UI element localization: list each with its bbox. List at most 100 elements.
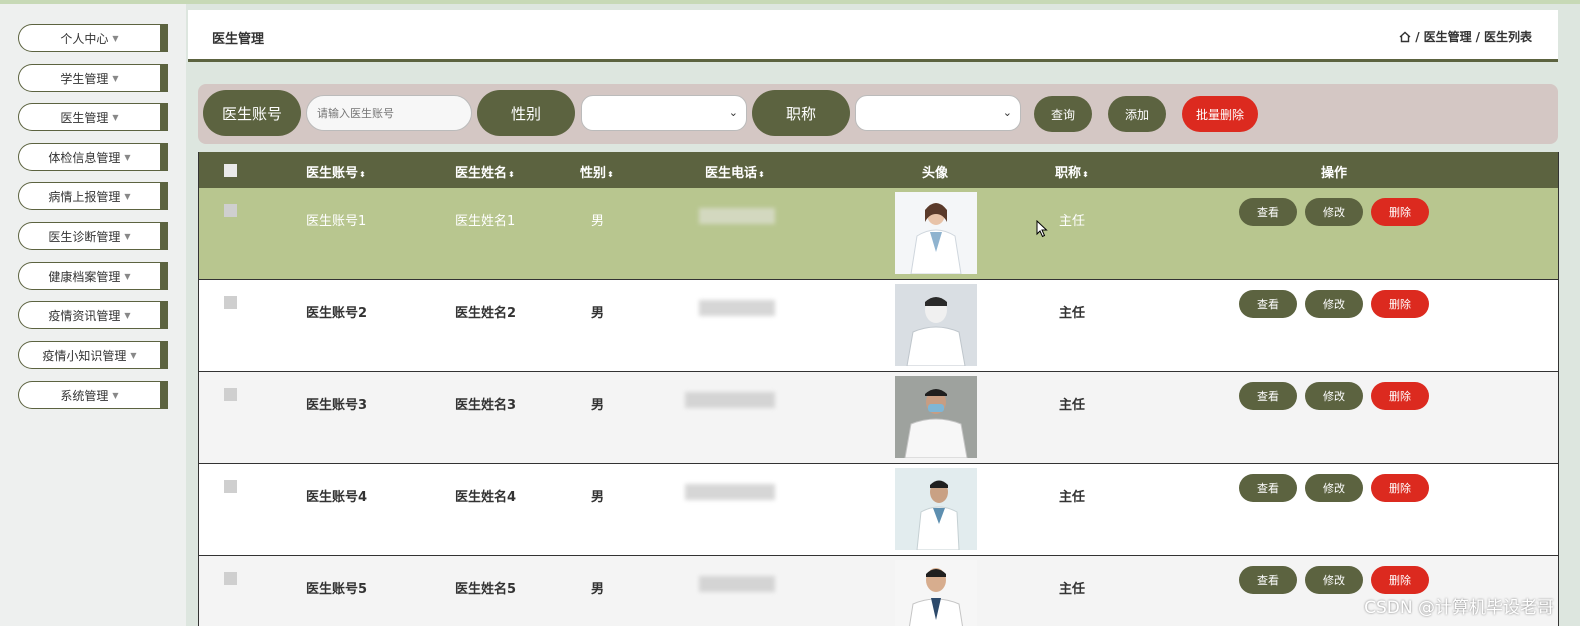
column-header-account[interactable]: 医生账号⬍ — [306, 162, 366, 181]
chevron-down-icon: ⌄ — [1002, 106, 1012, 119]
sidebar-item-label: 疫情小知识管理 — [42, 348, 127, 363]
view-button[interactable]: 查看 — [1239, 566, 1297, 594]
view-button[interactable]: 查看 — [1239, 382, 1297, 410]
cell-phone-blurred — [685, 392, 775, 408]
cell-account: 医生账号2 — [306, 306, 368, 321]
row-checkbox[interactable] — [224, 388, 237, 401]
breadcrumb-item-doctor-list: 医生列表 — [1483, 30, 1532, 44]
row-checkbox[interactable] — [224, 296, 237, 309]
chevron-down-icon: ▼ — [112, 112, 119, 122]
cell-account: 医生账号1 — [306, 214, 367, 229]
doctor-table: 医生账号⬍ 医生姓名⬍ 性别⬍ 医生电话⬍ 头像 职称⬍ 操作 医生账号1 医生… — [198, 152, 1559, 626]
cell-name: 医生姓名5 — [455, 582, 517, 597]
delete-button[interactable]: 删除 — [1371, 566, 1429, 594]
table-row[interactable]: 医生账号4 医生姓名4 男 主任 查看 修改 删除 — [199, 464, 1558, 556]
cell-account: 医生账号5 — [306, 582, 368, 597]
cell-gender: 男 — [591, 306, 605, 321]
doctor-avatar — [895, 284, 977, 366]
cell-phone-blurred — [685, 484, 775, 500]
chevron-down-icon: ▼ — [130, 350, 137, 360]
edit-button[interactable]: 修改 — [1305, 566, 1363, 594]
watermark: CSDN @计算机毕设老哥 — [1364, 598, 1554, 618]
delete-button[interactable]: 删除 — [1371, 198, 1429, 226]
table-row[interactable]: 医生账号5 医生姓名5 男 主任 查看 修改 删除 — [199, 556, 1558, 626]
sidebar-item-label: 学生管理 — [60, 71, 109, 86]
page-title: 医生管理 — [212, 32, 265, 47]
sidebar-item-epidemic-tips-management[interactable]: 疫情小知识管理 ▼ — [18, 341, 168, 369]
top-strip — [0, 0, 1580, 4]
delete-button[interactable]: 删除 — [1371, 290, 1429, 318]
view-button[interactable]: 查看 — [1239, 198, 1297, 226]
cell-account: 医生账号4 — [306, 490, 368, 505]
column-header-phone[interactable]: 医生电话⬍ — [705, 162, 765, 181]
chevron-down-icon: ▼ — [124, 152, 131, 162]
cell-phone-blurred — [699, 576, 775, 592]
sidebar-item-exam-info-management[interactable]: 体检信息管理 ▼ — [18, 143, 168, 171]
title-label: 职称 — [752, 90, 850, 136]
cell-title: 主任 — [1059, 214, 1086, 229]
breadcrumb-separator: / — [1475, 29, 1480, 44]
doctor-avatar — [895, 376, 977, 458]
edit-button[interactable]: 修改 — [1305, 474, 1363, 502]
cell-title: 主任 — [1059, 490, 1086, 505]
cell-phone-blurred — [699, 208, 775, 224]
cell-name: 医生姓名3 — [455, 398, 517, 413]
sidebar-item-system-management[interactable]: 系统管理 ▼ — [18, 381, 168, 409]
title-select[interactable]: ⌄ — [855, 95, 1021, 131]
sidebar-item-condition-report-management[interactable]: 病情上报管理 ▼ — [18, 182, 168, 210]
breadcrumb: / 医生管理 / 医生列表 — [1399, 28, 1532, 45]
view-button[interactable]: 查看 — [1239, 474, 1297, 502]
cell-name: 医生姓名4 — [455, 490, 517, 505]
edit-button[interactable]: 修改 — [1305, 290, 1363, 318]
delete-button[interactable]: 删除 — [1371, 474, 1429, 502]
chevron-down-icon: ▼ — [112, 33, 119, 43]
sidebar-item-label: 疫情资讯管理 — [48, 308, 121, 323]
chevron-down-icon: ▼ — [124, 271, 131, 281]
gender-select[interactable]: ⌄ — [581, 95, 747, 131]
chevron-down-icon: ▼ — [124, 310, 131, 320]
doctor-avatar — [895, 468, 977, 550]
add-button[interactable]: 添加 — [1108, 96, 1166, 132]
sidebar-item-label: 医生诊断管理 — [48, 229, 121, 244]
table-row[interactable]: 医生账号3 医生姓名3 男 主任 查看 修改 删除 — [199, 372, 1558, 464]
cell-phone-blurred — [699, 300, 775, 316]
cell-title: 主任 — [1059, 582, 1086, 597]
sort-icon: ⬍ — [1082, 170, 1089, 179]
row-checkbox[interactable] — [224, 204, 237, 217]
delete-button[interactable]: 删除 — [1371, 382, 1429, 410]
breadcrumb-item-doctor-management[interactable]: 医生管理 — [1424, 28, 1472, 45]
mouse-cursor-icon — [1036, 220, 1048, 238]
breadcrumb-separator: / — [1415, 29, 1420, 44]
table-row[interactable]: 医生账号1 医生姓名1 男 主任 查看 修改 删除 — [199, 188, 1558, 280]
batch-delete-button[interactable]: 批量删除 — [1182, 96, 1258, 132]
chevron-down-icon: ▼ — [112, 390, 119, 400]
column-header-actions: 操作 — [1321, 166, 1348, 181]
sidebar-item-doctor-management[interactable]: 医生管理 ▼ — [18, 103, 168, 131]
column-header-title[interactable]: 职称⬍ — [1055, 162, 1089, 181]
sidebar-item-label: 健康档案管理 — [48, 269, 121, 284]
account-label: 医生账号 — [203, 90, 301, 136]
column-header-name[interactable]: 医生姓名⬍ — [455, 162, 515, 181]
table-row[interactable]: 医生账号2 医生姓名2 男 主任 查看 修改 删除 — [199, 280, 1558, 372]
sidebar-item-epidemic-news-management[interactable]: 疫情资讯管理 ▼ — [18, 301, 168, 329]
home-icon[interactable] — [1399, 31, 1411, 43]
row-checkbox[interactable] — [224, 572, 237, 585]
sidebar-item-label: 医生管理 — [60, 110, 109, 125]
sidebar-item-personal-center[interactable]: 个人中心 ▼ — [18, 24, 168, 52]
query-button[interactable]: 查询 — [1034, 96, 1092, 132]
gender-label: 性别 — [477, 90, 575, 136]
sort-icon: ⬍ — [758, 170, 765, 179]
sidebar-item-health-record-management[interactable]: 健康档案管理 ▼ — [18, 262, 168, 290]
edit-button[interactable]: 修改 — [1305, 198, 1363, 226]
doctor-account-input[interactable] — [306, 95, 472, 131]
sort-icon: ⬍ — [359, 170, 366, 179]
sidebar-item-student-management[interactable]: 学生管理 ▼ — [18, 64, 168, 92]
view-button[interactable]: 查看 — [1239, 290, 1297, 318]
row-checkbox[interactable] — [224, 480, 237, 493]
cell-name: 医生姓名1 — [455, 214, 516, 229]
cell-title: 主任 — [1059, 306, 1086, 321]
select-all-checkbox[interactable] — [224, 164, 237, 177]
edit-button[interactable]: 修改 — [1305, 382, 1363, 410]
sidebar-item-diagnosis-management[interactable]: 医生诊断管理 ▼ — [18, 222, 168, 250]
column-header-gender[interactable]: 性别⬍ — [580, 162, 614, 181]
